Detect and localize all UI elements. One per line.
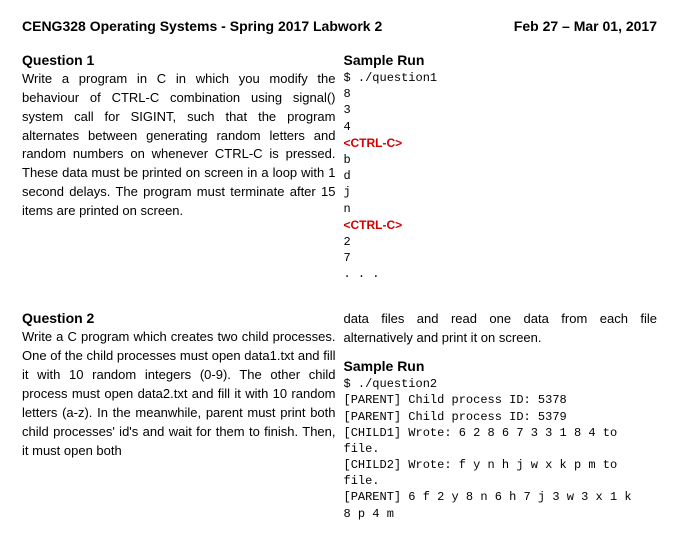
document-header: CENG328 Operating Systems - Spring 2017 … bbox=[22, 18, 657, 34]
q2-line: 8 p 4 m bbox=[344, 507, 394, 521]
q2-line: [CHILD2] Wrote: f y n h j w x k p m to bbox=[344, 458, 618, 472]
sample-run-1-title: Sample Run bbox=[344, 52, 658, 68]
q1-line: 2 bbox=[344, 235, 351, 249]
ctrl-c-marker: <CTRL-C> bbox=[344, 218, 403, 232]
question-1-title: Question 1 bbox=[22, 52, 336, 68]
q1-line: . . . bbox=[344, 267, 380, 281]
q1-line: 7 bbox=[344, 251, 351, 265]
q1-line: n bbox=[344, 202, 351, 216]
question-2-text-right: data files and read one data from each f… bbox=[344, 310, 658, 348]
q1-cmd: $ ./question1 bbox=[344, 71, 438, 85]
q2-line: file. bbox=[344, 474, 380, 488]
q2-line: [PARENT] 6 f 2 y 8 n 6 h 7 j 3 w 3 x 1 k bbox=[344, 490, 632, 504]
date-range: Feb 27 – Mar 01, 2017 bbox=[514, 18, 657, 34]
q1-line: b bbox=[344, 153, 351, 167]
q2-line: [CHILD1] Wrote: 6 2 8 6 7 3 3 1 8 4 to bbox=[344, 426, 618, 440]
q2-line: [PARENT] Child process ID: 5378 bbox=[344, 393, 567, 407]
question-1-right: Sample Run $ ./question1 8 3 4 <CTRL-C> … bbox=[344, 52, 658, 282]
q2-line: [PARENT] Child process ID: 5379 bbox=[344, 410, 567, 424]
question-2-left: Question 2 Write a C program which creat… bbox=[22, 310, 336, 521]
question-1-left: Question 1 Write a program in C in which… bbox=[22, 52, 336, 282]
sample-run-2-title: Sample Run bbox=[344, 358, 658, 374]
question-2-right: data files and read one data from each f… bbox=[344, 310, 658, 521]
question-1-block: Question 1 Write a program in C in which… bbox=[22, 52, 657, 282]
q2-cmd: $ ./question2 bbox=[344, 377, 438, 391]
q1-line: 4 bbox=[344, 120, 351, 134]
course-title: CENG328 Operating Systems - Spring 2017 … bbox=[22, 18, 382, 34]
sample-run-2-output: $ ./question2 [PARENT] Child process ID:… bbox=[344, 376, 658, 522]
question-2-title: Question 2 bbox=[22, 310, 336, 326]
ctrl-c-marker: <CTRL-C> bbox=[344, 136, 403, 150]
sample-run-1-output: $ ./question1 8 3 4 <CTRL-C> b d j n <CT… bbox=[344, 70, 658, 282]
question-1-text: Write a program in C in which you modify… bbox=[22, 70, 336, 221]
q1-line: 3 bbox=[344, 103, 351, 117]
q1-line: d bbox=[344, 169, 351, 183]
q2-line: file. bbox=[344, 442, 380, 456]
q1-line: j bbox=[344, 185, 351, 199]
question-2-block: Question 2 Write a C program which creat… bbox=[22, 310, 657, 521]
question-2-text-left: Write a C program which creates two chil… bbox=[22, 328, 336, 460]
question-2-text-row: Question 2 Write a C program which creat… bbox=[22, 310, 657, 521]
q1-line: 8 bbox=[344, 87, 351, 101]
